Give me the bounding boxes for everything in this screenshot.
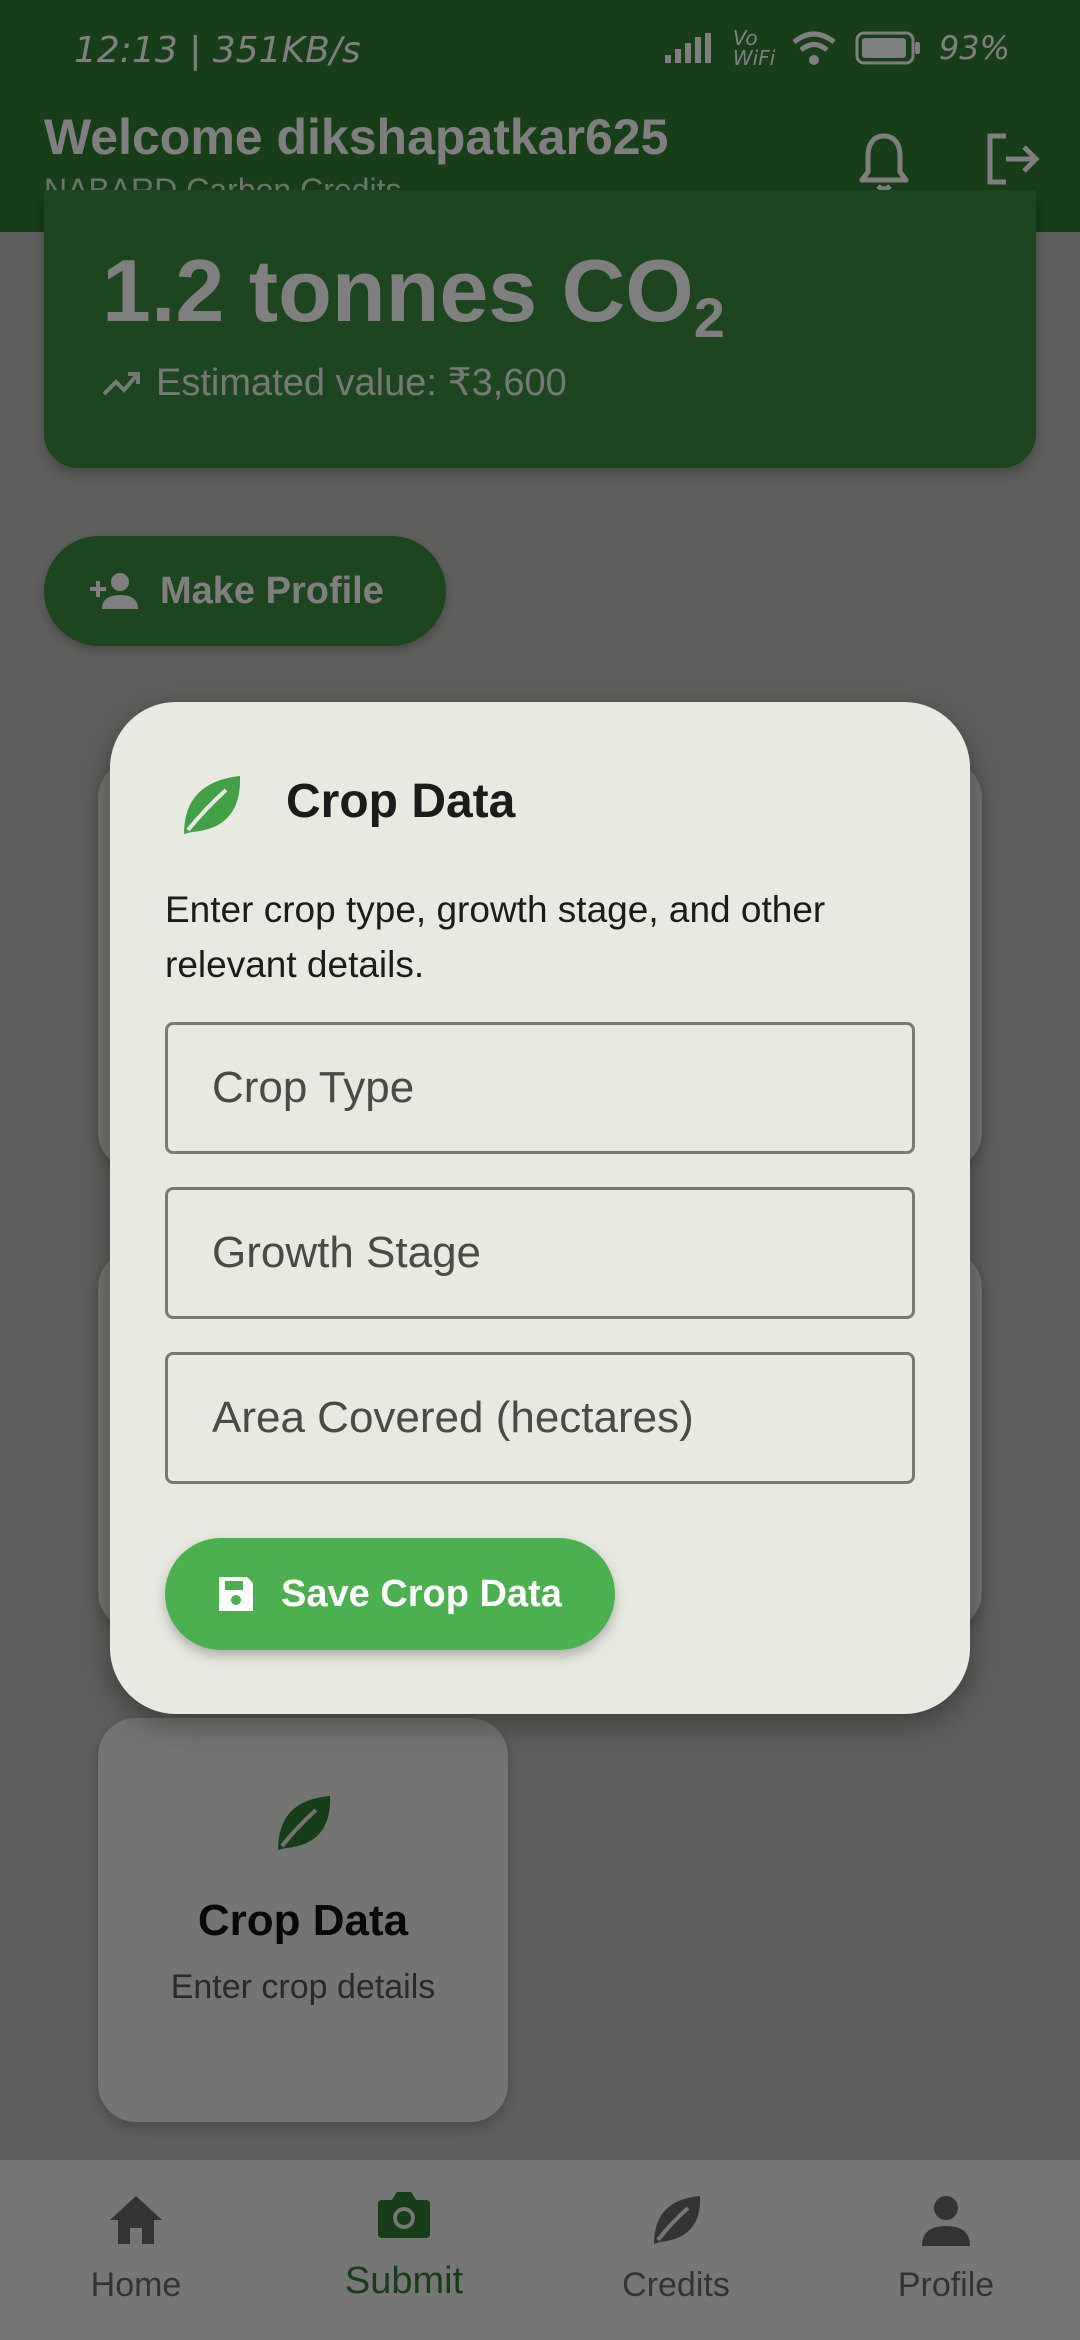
dialog-description: Enter crop type, growth stage, and other… xyxy=(165,889,826,985)
save-icon xyxy=(219,1577,253,1611)
crop-type-input[interactable] xyxy=(165,1022,915,1154)
growth-stage-input[interactable] xyxy=(165,1187,915,1319)
dialog-title: Crop Data xyxy=(286,775,516,828)
area-covered-input[interactable] xyxy=(165,1352,915,1484)
leaf-icon xyxy=(184,776,241,834)
save-crop-data-button[interactable]: Save Crop Data xyxy=(165,1538,615,1650)
crop-data-dialog: Crop Data Enter crop type, growth stage,… xyxy=(110,702,970,1714)
